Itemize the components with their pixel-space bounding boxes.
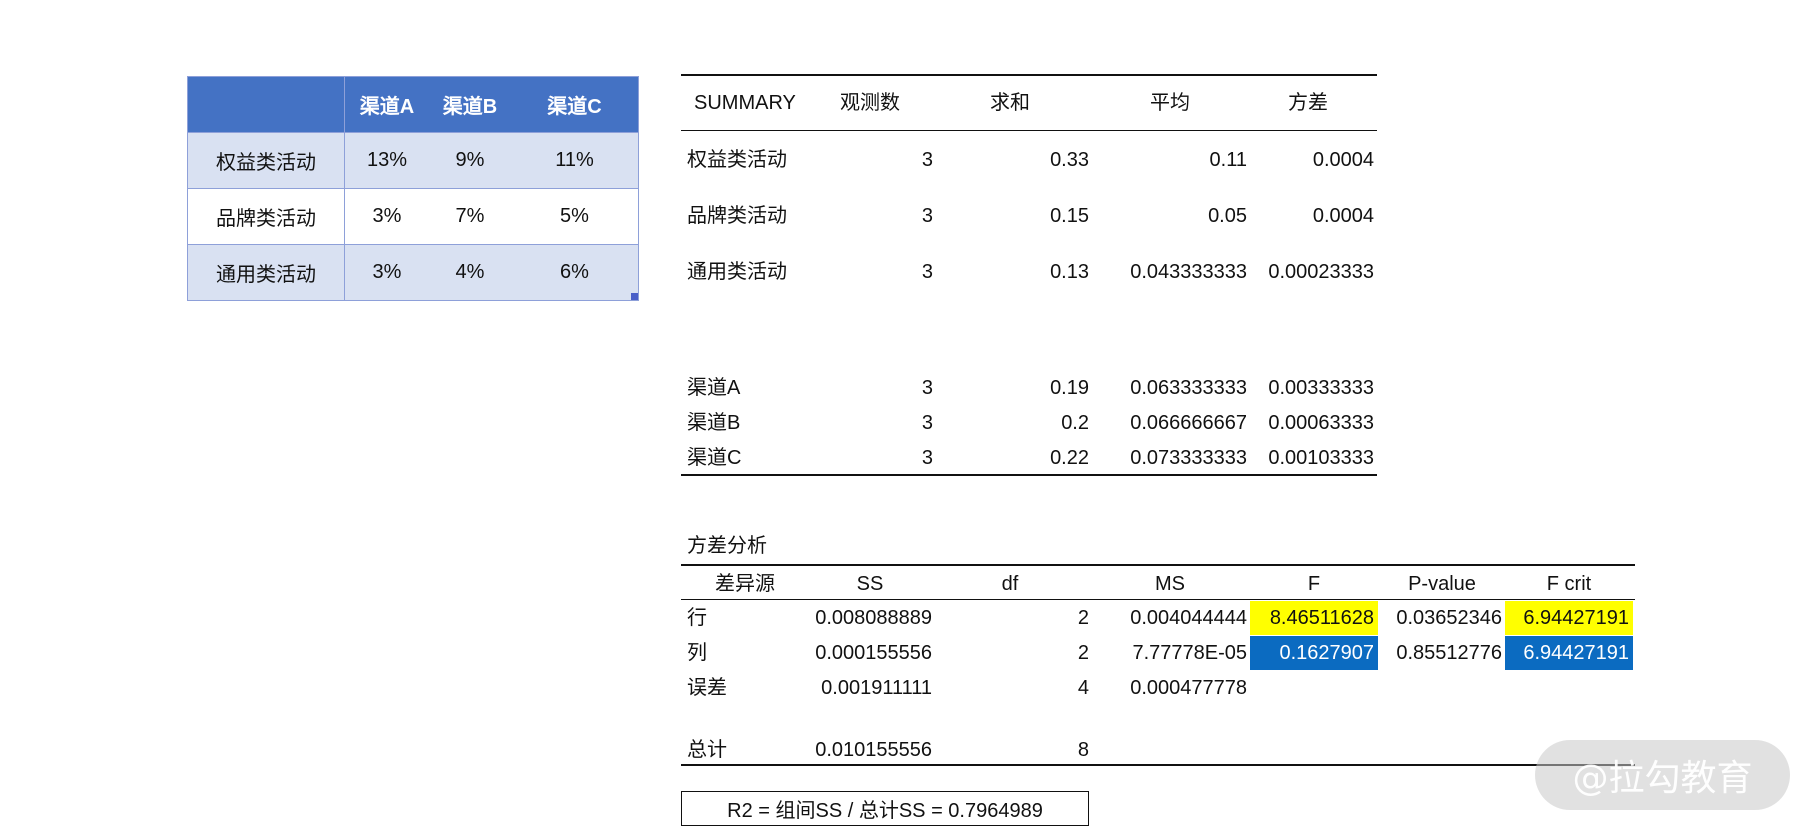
summary-count-cell: 3: [921, 149, 933, 171]
summary-row-label: 渠道C: [687, 447, 742, 469]
anova-header-fcrit: F crit: [1546, 573, 1592, 595]
anova-pvalue-cell: 0.03652346: [1396, 607, 1502, 629]
anova-df-cell: 2: [1077, 642, 1089, 664]
summary-count-cell: 3: [921, 205, 933, 227]
summary-mean-cell: 0.05: [1208, 205, 1247, 227]
header-channel-a[interactable]: 渠道A: [345, 77, 429, 132]
summary-row-label: 品牌类活动: [687, 205, 787, 227]
summary-count-cell: 3: [921, 261, 933, 283]
anova-f-cell: 8.46511628: [1269, 607, 1374, 629]
anova-header-ss: SS: [856, 573, 884, 595]
channel-table-header-row: 渠道A 渠道B 渠道C: [188, 77, 638, 132]
header-channel-c[interactable]: 渠道C: [511, 77, 638, 132]
summary-mean-cell: 0.043333333: [1130, 261, 1247, 283]
anova-header-df: df: [1001, 573, 1019, 595]
anova-ss-cell: 0.001911111: [821, 677, 932, 699]
summary-header-label: SUMMARY: [694, 92, 796, 114]
anova-row-label: 行: [687, 607, 707, 629]
channel-activity-table: 渠道A 渠道B 渠道C 权益类活动 13% 9% 11% 品牌类活动 3% 7%…: [187, 76, 639, 301]
anova-top-rule: [681, 564, 1635, 566]
row-label-cell[interactable]: 品牌类活动: [188, 189, 345, 244]
summary-header-count: 观测数: [840, 92, 900, 114]
anova-ss-cell: 0.000155556: [815, 642, 932, 664]
summary-variance-cell: 0.0004: [1312, 205, 1374, 227]
anova-header-ms: MS: [1155, 573, 1185, 595]
anova-df-cell: 8: [1077, 739, 1089, 761]
value-cell[interactable]: 3%: [345, 245, 429, 300]
anova-bottom-rule: [681, 764, 1635, 766]
summary-variance-cell: 0.0004: [1312, 149, 1374, 171]
summary-variance-cell: 0.00023333: [1268, 261, 1374, 283]
header-corner-cell[interactable]: [188, 77, 345, 132]
value-cell[interactable]: 9%: [429, 133, 511, 188]
anova-ms-cell: 0.000477778: [1130, 677, 1247, 699]
row-label-cell[interactable]: 通用类活动: [188, 245, 345, 300]
value-cell[interactable]: 13%: [345, 133, 429, 188]
value-cell[interactable]: 4%: [429, 245, 511, 300]
watermark-logo: @拉勾教育: [1535, 740, 1790, 810]
anova-ss-cell: 0.010155556: [815, 739, 932, 761]
summary-count-cell: 3: [921, 377, 933, 399]
anova-fcrit-cell: 6.94427191: [1523, 607, 1629, 629]
summary-sum-cell: 0.19: [1050, 377, 1089, 399]
summary-bottom-rule: [681, 474, 1377, 476]
anova-row-label: 列: [687, 642, 707, 664]
anova-row-label: 误差: [687, 677, 727, 699]
table-row: 权益类活动 13% 9% 11%: [188, 132, 638, 188]
anova-ss-cell: 0.008088889: [815, 607, 932, 629]
header-channel-b[interactable]: 渠道B: [429, 77, 511, 132]
anova-header-f: F: [1307, 573, 1321, 595]
table-row: 通用类活动 3% 4% 6%: [188, 244, 638, 300]
summary-sum-cell: 0.2: [1061, 412, 1089, 434]
summary-mean-cell: 0.063333333: [1130, 377, 1247, 399]
value-cell[interactable]: 7%: [429, 189, 511, 244]
summary-row-label: 渠道A: [687, 377, 741, 399]
anova-header-rule: [681, 599, 1635, 600]
summary-top-rule: [681, 74, 1377, 76]
summary-variance-cell: 0.00333333: [1268, 377, 1374, 399]
summary-sum-cell: 0.22: [1050, 447, 1089, 469]
anova-df-cell: 4: [1077, 677, 1089, 699]
value-cell[interactable]: 6%: [511, 245, 638, 300]
value-cell[interactable]: 5%: [511, 189, 638, 244]
summary-header-mean: 平均: [1150, 92, 1190, 114]
table-row: 品牌类活动 3% 7% 5%: [188, 188, 638, 244]
value-cell[interactable]: 3%: [345, 189, 429, 244]
row-label-cell[interactable]: 权益类活动: [188, 133, 345, 188]
summary-row-label: 渠道B: [687, 412, 741, 434]
anova-header-pvalue: P-value: [1408, 573, 1476, 595]
r2-formula-box: R2 = 组间SS / 总计SS = 0.7964989: [681, 791, 1089, 826]
summary-mean-cell: 0.066666667: [1130, 412, 1247, 434]
value-cell[interactable]: 11%: [511, 133, 638, 188]
anova-ms-cell: 7.77778E-05: [1132, 642, 1247, 664]
summary-mean-cell: 0.073333333: [1130, 447, 1247, 469]
anova-ms-cell: 0.004044444: [1130, 607, 1247, 629]
summary-count-cell: 3: [921, 412, 933, 434]
anova-pvalue-cell: 0.85512776: [1396, 642, 1502, 664]
summary-row-label: 通用类活动: [687, 261, 787, 283]
anova-title: 方差分析: [687, 535, 767, 557]
anova-row-label: 总计: [687, 739, 727, 761]
summary-header-sum: 求和: [990, 92, 1030, 114]
summary-row-label: 权益类活动: [687, 149, 787, 171]
summary-variance-cell: 0.00103333: [1268, 447, 1374, 469]
summary-sum-cell: 0.13: [1050, 261, 1089, 283]
anova-fcrit-cell: 6.94427191: [1523, 642, 1629, 664]
anova-df-cell: 2: [1077, 607, 1089, 629]
summary-mean-cell: 0.11: [1209, 149, 1247, 171]
anova-header-source: 差异源: [715, 573, 775, 595]
anova-f-cell: 0.1627907: [1279, 642, 1374, 664]
summary-sum-cell: 0.33: [1050, 149, 1089, 171]
summary-header-rule: [681, 130, 1377, 131]
summary-header-variance: 方差: [1288, 92, 1328, 114]
summary-variance-cell: 0.00063333: [1268, 412, 1374, 434]
summary-sum-cell: 0.15: [1050, 205, 1089, 227]
summary-count-cell: 3: [921, 447, 933, 469]
table-resize-handle[interactable]: [631, 293, 638, 300]
